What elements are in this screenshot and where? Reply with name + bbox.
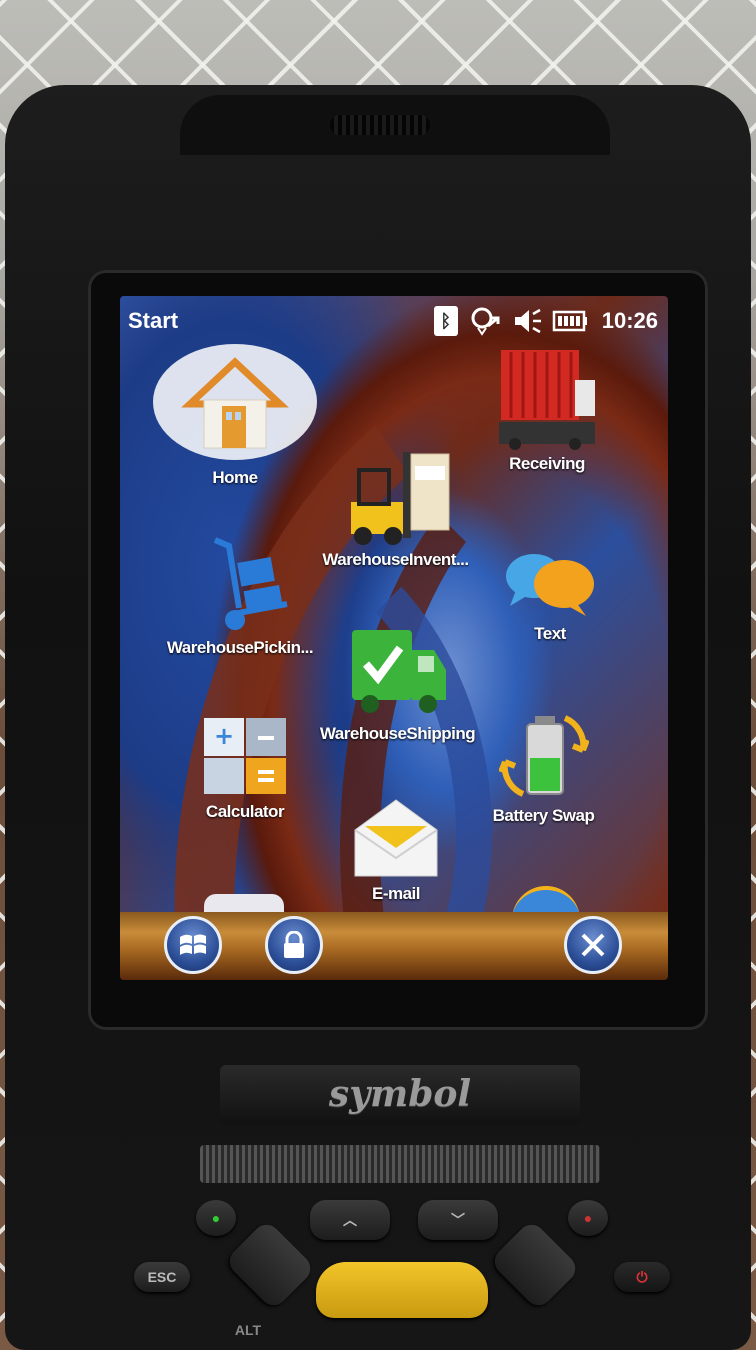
tile-label: Battery Swap: [492, 806, 595, 825]
tile-warehouse-inventory[interactable]: WarehouseInvent...: [308, 446, 483, 570]
speech-bubbles-icon: [506, 554, 594, 616]
calculator-icon: +: [204, 718, 286, 794]
alt-key[interactable]: ALT: [226, 1316, 270, 1344]
scanner-window: [200, 1145, 600, 1183]
tile-label: Home: [212, 468, 258, 487]
tile-receiving[interactable]: Receiving: [492, 346, 602, 474]
tile-home[interactable]: Home: [150, 344, 320, 488]
power-key[interactable]: ⏻: [614, 1262, 670, 1292]
tile-warehouse-picking[interactable]: WarehousePickin...: [160, 534, 320, 658]
key-down[interactable]: ﹀: [418, 1200, 498, 1240]
red-end-key[interactable]: ●: [568, 1200, 608, 1236]
tile-label: WarehousePickin...: [166, 638, 314, 657]
clock[interactable]: 10:26: [602, 308, 658, 334]
tile-label: WarehouseShipping: [319, 724, 476, 743]
envelope-icon: [354, 799, 438, 877]
volume-muted-icon[interactable]: [512, 306, 542, 336]
hand-truck-icon: [213, 537, 288, 630]
tile-label: WarehouseInvent...: [322, 550, 469, 569]
tile-label: Receiving: [509, 454, 585, 473]
brand-logo: symbol: [328, 1073, 472, 1115]
device-screen: Start ᛒ 10:26 Home Receiving WarehouseIn…: [120, 296, 668, 980]
tile-label: Text: [534, 624, 566, 643]
status-icons: ᛒ 10:26: [433, 306, 658, 336]
green-call-key[interactable]: ●: [196, 1200, 236, 1236]
tile-email[interactable]: E-mail: [346, 796, 446, 904]
tile-calculator[interactable]: + Calculator: [190, 714, 300, 822]
tile-battery-swap[interactable]: Battery Swap: [486, 710, 601, 826]
battery-swap-icon: [498, 715, 589, 797]
bluetooth-icon[interactable]: ᛒ: [433, 306, 458, 336]
windows-start-icon[interactable]: [164, 916, 222, 974]
brand-plate: symbol: [220, 1065, 580, 1125]
speaker-grille: [330, 115, 430, 135]
tile-warehouse-shipping[interactable]: WarehouseShipping: [310, 624, 485, 744]
lock-icon[interactable]: [265, 916, 323, 974]
svg-text:+: +: [214, 722, 234, 750]
tile-text[interactable]: Text: [500, 550, 600, 644]
connectivity-icon[interactable]: [468, 306, 502, 336]
close-icon[interactable]: [564, 916, 622, 974]
start-label[interactable]: Start: [128, 308, 178, 334]
soft-key-bar: [120, 912, 668, 980]
delivery-truck-check-icon: [351, 630, 446, 713]
forklift-icon: [350, 452, 449, 545]
tile-label: E-mail: [371, 884, 421, 903]
battery-icon[interactable]: [552, 306, 588, 336]
status-bar: Start ᛒ 10:26: [120, 296, 668, 346]
esc-key[interactable]: ESC: [134, 1262, 190, 1292]
house-icon: [153, 344, 317, 460]
enter-key[interactable]: [316, 1262, 488, 1318]
tile-label: Calculator: [205, 802, 285, 821]
shipping-container-icon: [499, 350, 595, 450]
key-up[interactable]: ︿: [310, 1200, 390, 1240]
